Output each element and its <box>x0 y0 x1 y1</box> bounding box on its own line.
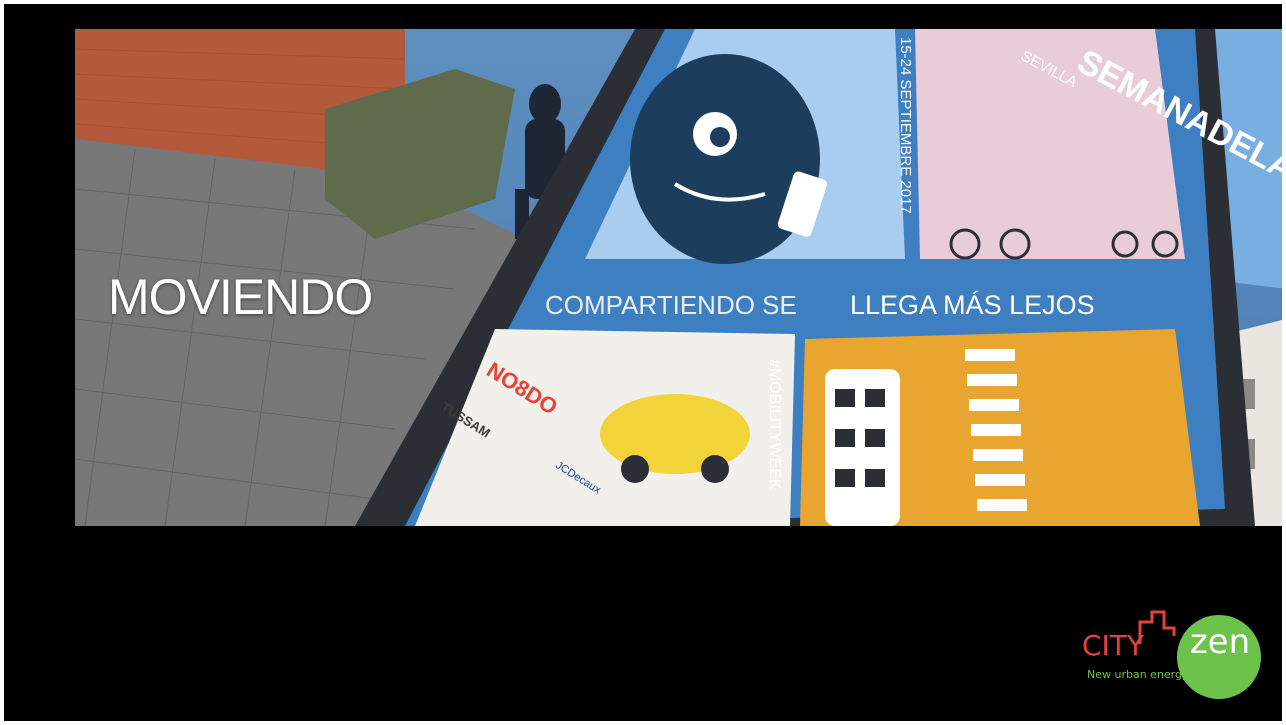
logo-brand-right: zen <box>1189 622 1251 662</box>
photo-bus-stop-poster: SEMANADELAMOVILIDAD SEVILLA 15-24 SEPTIE… <box>75 29 1282 526</box>
poster-character <box>630 54 820 264</box>
cityzen-logo: CITY zen New urban energy <box>1082 608 1262 708</box>
logo-tagline: New urban energy <box>1087 668 1189 681</box>
poster-dates: 15-24 SEPTIEMBRE 2017 <box>897 37 914 214</box>
poster-hashtag: #MOBILITYWEEK <box>766 359 783 490</box>
logo-brand-left: CITY <box>1082 629 1145 662</box>
slide-headline: MOVIENDO <box>108 269 373 325</box>
slide: SEMANADELAMOVILIDAD SEVILLA 15-24 SEPTIE… <box>4 4 1282 721</box>
poster-slogan-right: LLEGA MÁS LEJOS <box>850 290 1095 320</box>
poster-car <box>600 394 750 474</box>
poster-slogan-left: COMPARTIENDO SE <box>545 290 797 320</box>
